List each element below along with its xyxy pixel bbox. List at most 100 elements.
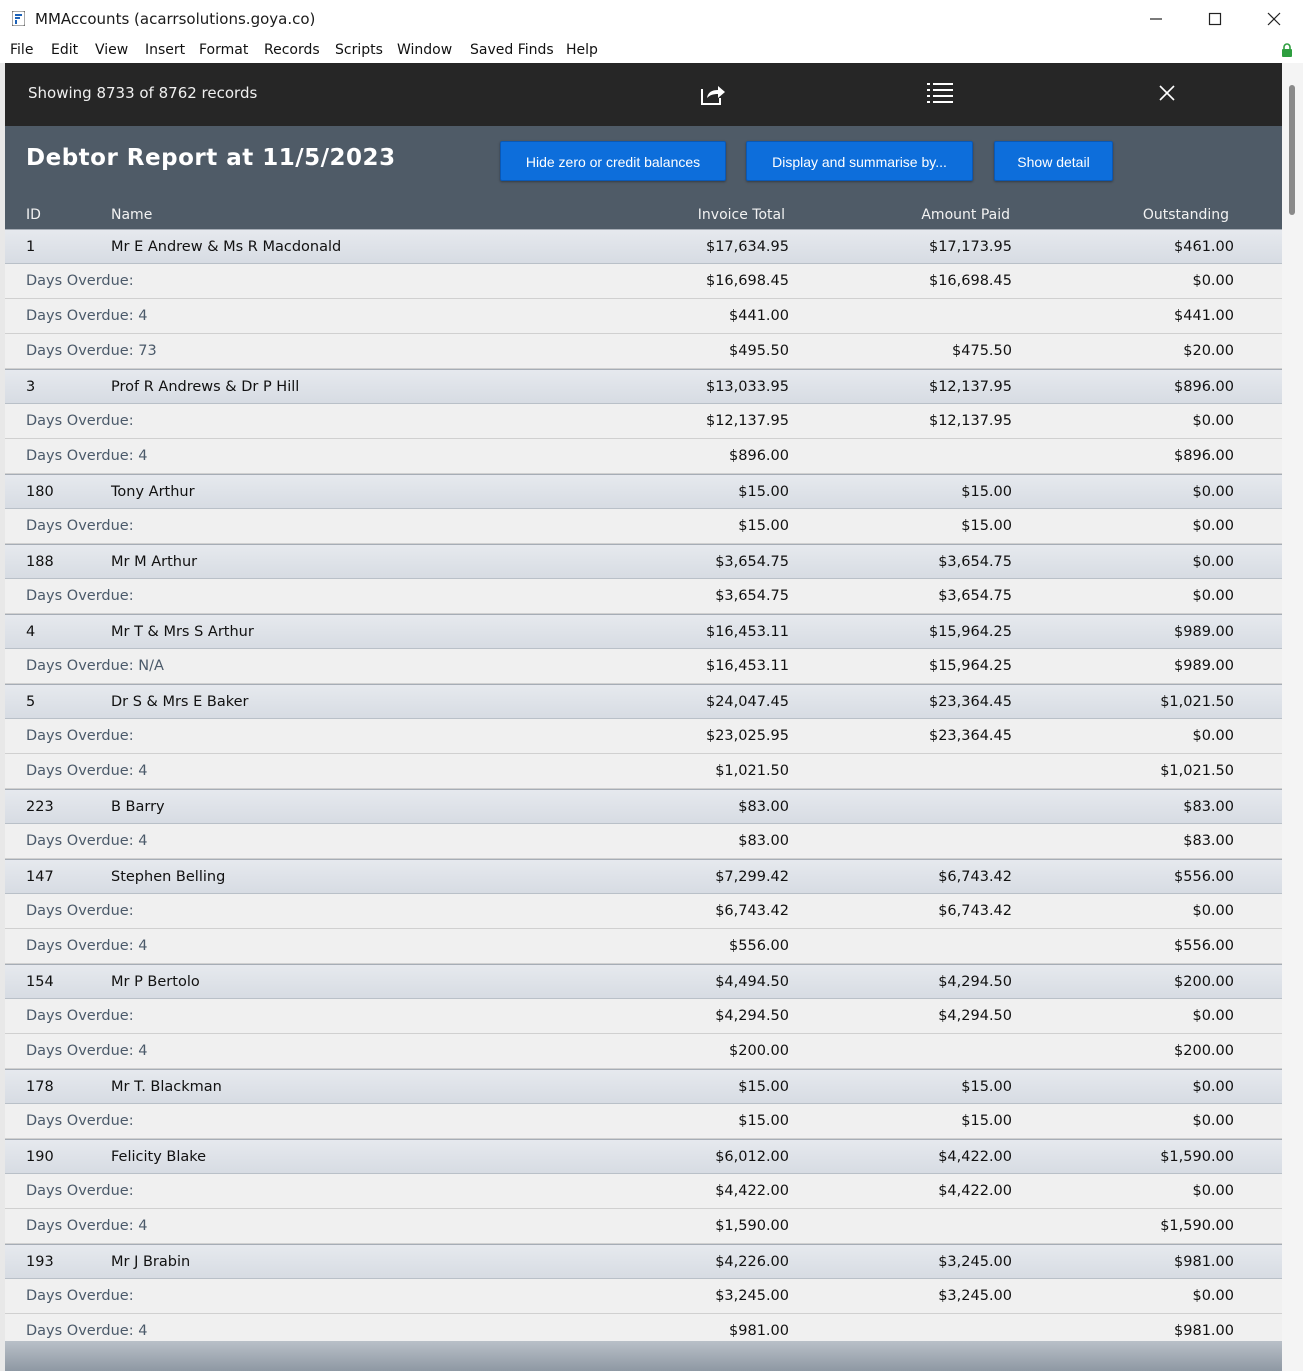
days-overdue-row[interactable]: Days Overdue: 4 $441.00 $441.00	[5, 299, 1282, 334]
display-summarise-button[interactable]: Display and summarise by...	[746, 141, 973, 181]
debtor-name: Tony Arthur	[111, 484, 195, 500]
debtor-id: 3	[26, 379, 36, 395]
amount-paid-value: $16,698.45	[928, 273, 1012, 289]
days-overdue-row[interactable]: Days Overdue: $12,137.95 $12,137.95 $0.00	[5, 404, 1282, 439]
menu-bar: File Edit View Insert Format Records Scr…	[0, 38, 1303, 63]
menu-scripts[interactable]: Scripts	[335, 42, 383, 58]
days-overdue-row[interactable]: Days Overdue: $15.00 $15.00 $0.00	[5, 509, 1282, 544]
amount-paid-value: $12,137.95	[928, 379, 1012, 395]
days-overdue-label: Days Overdue: 4	[26, 308, 148, 324]
invoice-total-value: $4,226.00	[715, 1254, 789, 1270]
debtor-name: Prof R Andrews & Dr P Hill	[111, 379, 300, 395]
debtor-id: 4	[26, 624, 36, 640]
days-overdue-row[interactable]: Days Overdue: $4,294.50 $4,294.50 $0.00	[5, 999, 1282, 1034]
vertical-scrollbar[interactable]	[1282, 63, 1303, 1371]
amount-paid-value: $3,245.00	[938, 1254, 1012, 1270]
menu-saved-finds[interactable]: Saved Finds	[470, 42, 554, 58]
window-close-button[interactable]	[1245, 0, 1303, 38]
debtor-row[interactable]: 147 Stephen Belling $7,299.42 $6,743.42 $556…	[5, 859, 1282, 894]
days-overdue-row[interactable]: Days Overdue: 4 $981.00 $981.00	[5, 1314, 1282, 1341]
days-overdue-row[interactable]: Days Overdue: 4 $896.00 $896.00	[5, 439, 1282, 474]
days-overdue-label: Days Overdue:	[26, 273, 134, 289]
outstanding-value: $896.00	[1174, 379, 1234, 395]
debtor-row[interactable]: 3 Prof R Andrews & Dr P Hill $13,033.95 $12…	[5, 369, 1282, 404]
menu-window[interactable]: Window	[397, 42, 452, 58]
menu-help[interactable]: Help	[566, 42, 598, 58]
menu-insert[interactable]: Insert	[145, 42, 185, 58]
days-overdue-row[interactable]: Days Overdue: 73 $495.50 $475.50 $20.00	[5, 334, 1282, 369]
amount-paid-value: $6,743.42	[938, 903, 1012, 919]
outstanding-value: $0.00	[1192, 1079, 1234, 1095]
days-overdue-row[interactable]: Days Overdue: 4 $1,021.50 $1,021.50	[5, 754, 1282, 789]
days-overdue-row[interactable]: Days Overdue: 4 $556.00 $556.00	[5, 929, 1282, 964]
lock-icon	[1282, 43, 1292, 57]
days-overdue-label: Days Overdue: 4	[26, 833, 148, 849]
menu-edit[interactable]: Edit	[51, 42, 78, 58]
days-overdue-label: Days Overdue:	[26, 413, 134, 429]
debtor-row[interactable]: 5 Dr S & Mrs E Baker $24,047.45 $23,364.45 $…	[5, 684, 1282, 719]
invoice-total-value: $1,590.00	[715, 1218, 789, 1234]
days-overdue-row[interactable]: Days Overdue: $16,698.45 $16,698.45 $0.00	[5, 264, 1282, 299]
amount-paid-value: $3,654.75	[938, 554, 1012, 570]
outstanding-value: $0.00	[1192, 588, 1234, 604]
outstanding-value: $441.00	[1174, 308, 1234, 324]
debtor-row[interactable]: 180 Tony Arthur $15.00 $15.00 $0.00	[5, 474, 1282, 509]
invoice-total-value: $15.00	[738, 1113, 789, 1129]
invoice-total-value: $4,494.50	[715, 974, 789, 990]
invoice-total-value: $12,137.95	[705, 413, 789, 429]
days-overdue-row[interactable]: Days Overdue: 4 $1,590.00 $1,590.00	[5, 1209, 1282, 1244]
debtor-row[interactable]: 190 Felicity Blake $6,012.00 $4,422.00 $1,59…	[5, 1139, 1282, 1174]
invoice-total-value: $3,245.00	[715, 1288, 789, 1304]
report-footer	[5, 1341, 1282, 1371]
debtor-row[interactable]: 178 Mr T. Blackman $15.00 $15.00 $0.00	[5, 1069, 1282, 1104]
list-view-icon[interactable]	[926, 81, 954, 107]
amount-paid-value: $23,364.45	[928, 694, 1012, 710]
debtor-row[interactable]: 154 Mr P Bertolo $4,494.50 $4,294.50 $200.00	[5, 964, 1282, 999]
maximize-button[interactable]	[1186, 0, 1244, 38]
close-icon[interactable]	[1159, 85, 1175, 101]
debtor-row[interactable]: 4 Mr T & Mrs S Arthur $16,453.11 $15,964.25…	[5, 614, 1282, 649]
debtor-id: 193	[26, 1254, 54, 1270]
outstanding-value: $0.00	[1192, 484, 1234, 500]
debtor-row[interactable]: 223 B Barry $83.00 $83.00	[5, 789, 1282, 824]
days-overdue-row[interactable]: Days Overdue: $23,025.95 $23,364.45 $0.00	[5, 719, 1282, 754]
scrollbar-thumb[interactable]	[1289, 85, 1295, 215]
days-overdue-label: Days Overdue:	[26, 518, 134, 534]
menu-file[interactable]: File	[10, 42, 33, 58]
debtor-row[interactable]: 188 Mr M Arthur $3,654.75 $3,654.75 $0.00	[5, 544, 1282, 579]
menu-format[interactable]: Format	[199, 42, 248, 58]
days-overdue-row[interactable]: Days Overdue: N/A $16,453.11 $15,964.25 $98…	[5, 649, 1282, 684]
days-overdue-row[interactable]: Days Overdue: $4,422.00 $4,422.00 $0.00	[5, 1174, 1282, 1209]
debtor-id: 223	[26, 799, 54, 815]
days-overdue-row[interactable]: Days Overdue: $3,654.75 $3,654.75 $0.00	[5, 579, 1282, 614]
status-toolbar: Showing 8733 of 8762 records	[5, 63, 1282, 126]
menu-view[interactable]: View	[95, 42, 128, 58]
invoice-total-value: $4,294.50	[715, 1008, 789, 1024]
column-header-invoice-total: Invoice Total	[697, 207, 785, 223]
days-overdue-row[interactable]: Days Overdue: $3,245.00 $3,245.00 $0.00	[5, 1279, 1282, 1314]
debtor-row[interactable]: 1 Mr E Andrew & Ms R Macdonald $17,634.95 $…	[5, 229, 1282, 264]
days-overdue-row[interactable]: Days Overdue: 4 $83.00 $83.00	[5, 824, 1282, 859]
invoice-total-value: $556.00	[729, 938, 789, 954]
record-count: Showing 8733 of 8762 records	[28, 84, 258, 102]
debtor-row[interactable]: 193 Mr J Brabin $4,226.00 $3,245.00 $981.00	[5, 1244, 1282, 1279]
debtor-name: Mr P Bertolo	[111, 974, 200, 990]
outstanding-value: $20.00	[1183, 343, 1234, 359]
days-overdue-row[interactable]: Days Overdue: $15.00 $15.00 $0.00	[5, 1104, 1282, 1139]
hide-zero-balances-button[interactable]: Hide zero or credit balances	[500, 141, 726, 181]
outstanding-value: $0.00	[1192, 1183, 1234, 1199]
invoice-total-value: $16,453.11	[705, 624, 789, 640]
days-overdue-label: Days Overdue:	[26, 1288, 134, 1304]
invoice-total-value: $23,025.95	[705, 728, 789, 744]
amount-paid-value: $3,654.75	[938, 588, 1012, 604]
share-export-icon[interactable]	[699, 81, 727, 107]
minimize-button[interactable]	[1127, 0, 1185, 38]
menu-records[interactable]: Records	[264, 42, 320, 58]
amount-paid-value: $23,364.45	[928, 728, 1012, 744]
invoice-total-value: $83.00	[738, 833, 789, 849]
days-overdue-row[interactable]: Days Overdue: 4 $200.00 $200.00	[5, 1034, 1282, 1069]
outstanding-value: $556.00	[1174, 938, 1234, 954]
days-overdue-row[interactable]: Days Overdue: $6,743.42 $6,743.42 $0.00	[5, 894, 1282, 929]
show-detail-button[interactable]: Show detail	[994, 141, 1113, 181]
outstanding-value: $981.00	[1174, 1323, 1234, 1339]
